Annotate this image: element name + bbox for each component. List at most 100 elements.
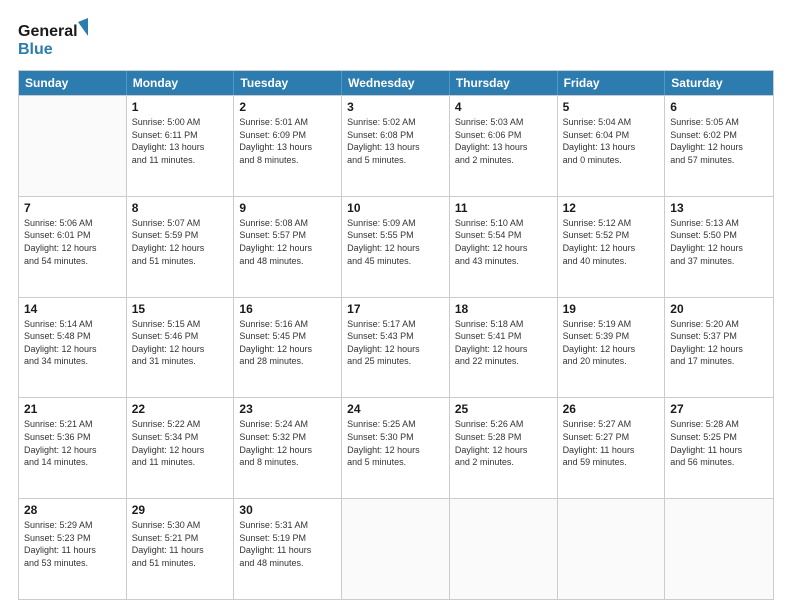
logo-svg: General Blue: [18, 18, 88, 60]
day-info: Sunrise: 5:06 AM Sunset: 6:01 PM Dayligh…: [24, 217, 121, 267]
cal-day-15: 15 Sunrise: 5:15 AM Sunset: 5:46 PM Dayli…: [127, 298, 235, 398]
day-number: 7: [24, 201, 121, 215]
cal-day-13: 13 Sunrise: 5:13 AM Sunset: 5:50 PM Dayli…: [665, 197, 773, 297]
day-number: 6: [670, 100, 768, 114]
day-info: Sunrise: 5:30 AM Sunset: 5:21 PM Dayligh…: [132, 519, 229, 569]
cal-day-10: 10Sunrise: 5:09 AM Sunset: 5:55 PM Dayli…: [342, 197, 450, 297]
day-info: Sunrise: 5:12 AM Sunset: 5:52 PM Dayligh…: [563, 217, 660, 267]
day-number: 17: [347, 302, 444, 316]
day-number: 10: [347, 201, 444, 215]
svg-text:Blue: Blue: [18, 41, 53, 58]
cal-day-empty: [450, 499, 558, 599]
day-info: Sunrise: 5:25 AM Sunset: 5:30 PM Dayligh…: [347, 418, 444, 468]
cal-day-6: 6 Sunrise: 5:05 AM Sunset: 6:02 PM Daylig…: [665, 96, 773, 196]
cal-day-23: 23 Sunrise: 5:24 AM Sunset: 5:32 PM Dayli…: [234, 398, 342, 498]
cal-day-30: 30 Sunrise: 5:31 AM Sunset: 5:19 PM Dayli…: [234, 499, 342, 599]
logo: General Blue: [18, 18, 88, 60]
day-info: Sunrise: 5:17 AM Sunset: 5:43 PM Dayligh…: [347, 318, 444, 368]
day-number: 25: [455, 402, 552, 416]
cal-header-monday: Monday: [127, 71, 235, 95]
day-info: Sunrise: 5:21 AM Sunset: 5:36 PM Dayligh…: [24, 418, 121, 468]
cal-day-28: 28Sunrise: 5:29 AM Sunset: 5:23 PM Dayli…: [19, 499, 127, 599]
day-info: Sunrise: 5:00 AM Sunset: 6:11 PM Dayligh…: [132, 116, 229, 166]
cal-week-3: 14Sunrise: 5:14 AM Sunset: 5:48 PM Dayli…: [19, 297, 773, 398]
cal-week-4: 21 Sunrise: 5:21 AM Sunset: 5:36 PM Dayli…: [19, 397, 773, 498]
day-number: 13: [670, 201, 768, 215]
day-info: Sunrise: 5:14 AM Sunset: 5:48 PM Dayligh…: [24, 318, 121, 368]
day-number: 4: [455, 100, 552, 114]
day-number: 29: [132, 503, 229, 517]
day-number: 2: [239, 100, 336, 114]
day-info: Sunrise: 5:28 AM Sunset: 5:25 PM Dayligh…: [670, 418, 768, 468]
cal-week-1: 1 Sunrise: 5:00 AM Sunset: 6:11 PM Daylig…: [19, 95, 773, 196]
day-number: 8: [132, 201, 229, 215]
cal-day-empty: [665, 499, 773, 599]
day-number: 12: [563, 201, 660, 215]
cal-header-friday: Friday: [558, 71, 666, 95]
day-number: 28: [24, 503, 121, 517]
day-info: Sunrise: 5:08 AM Sunset: 5:57 PM Dayligh…: [239, 217, 336, 267]
day-number: 11: [455, 201, 552, 215]
cal-day-12: 12 Sunrise: 5:12 AM Sunset: 5:52 PM Dayli…: [558, 197, 666, 297]
day-number: 30: [239, 503, 336, 517]
cal-header-wednesday: Wednesday: [342, 71, 450, 95]
day-info: Sunrise: 5:31 AM Sunset: 5:19 PM Dayligh…: [239, 519, 336, 569]
day-number: 26: [563, 402, 660, 416]
day-number: 19: [563, 302, 660, 316]
day-info: Sunrise: 5:16 AM Sunset: 5:45 PM Dayligh…: [239, 318, 336, 368]
day-number: 9: [239, 201, 336, 215]
cal-day-16: 16 Sunrise: 5:16 AM Sunset: 5:45 PM Dayli…: [234, 298, 342, 398]
day-number: 24: [347, 402, 444, 416]
day-info: Sunrise: 5:13 AM Sunset: 5:50 PM Dayligh…: [670, 217, 768, 267]
day-info: Sunrise: 5:01 AM Sunset: 6:09 PM Dayligh…: [239, 116, 336, 166]
cal-day-4: 4Sunrise: 5:03 AM Sunset: 6:06 PM Daylig…: [450, 96, 558, 196]
cal-header-saturday: Saturday: [665, 71, 773, 95]
page: General Blue SundayMondayTuesdayWednesda…: [0, 0, 792, 612]
day-info: Sunrise: 5:27 AM Sunset: 5:27 PM Dayligh…: [563, 418, 660, 468]
day-info: Sunrise: 5:22 AM Sunset: 5:34 PM Dayligh…: [132, 418, 229, 468]
day-info: Sunrise: 5:26 AM Sunset: 5:28 PM Dayligh…: [455, 418, 552, 468]
cal-header-sunday: Sunday: [19, 71, 127, 95]
cal-header-thursday: Thursday: [450, 71, 558, 95]
day-number: 21: [24, 402, 121, 416]
cal-day-2: 2 Sunrise: 5:01 AM Sunset: 6:09 PM Daylig…: [234, 96, 342, 196]
day-info: Sunrise: 5:20 AM Sunset: 5:37 PM Dayligh…: [670, 318, 768, 368]
cal-day-3: 3Sunrise: 5:02 AM Sunset: 6:08 PM Daylig…: [342, 96, 450, 196]
cal-day-29: 29 Sunrise: 5:30 AM Sunset: 5:21 PM Dayli…: [127, 499, 235, 599]
day-number: 3: [347, 100, 444, 114]
cal-day-5: 5 Sunrise: 5:04 AM Sunset: 6:04 PM Daylig…: [558, 96, 666, 196]
calendar: SundayMondayTuesdayWednesdayThursdayFrid…: [18, 70, 774, 600]
day-info: Sunrise: 5:04 AM Sunset: 6:04 PM Dayligh…: [563, 116, 660, 166]
day-info: Sunrise: 5:05 AM Sunset: 6:02 PM Dayligh…: [670, 116, 768, 166]
day-number: 5: [563, 100, 660, 114]
cal-day-14: 14Sunrise: 5:14 AM Sunset: 5:48 PM Dayli…: [19, 298, 127, 398]
day-info: Sunrise: 5:18 AM Sunset: 5:41 PM Dayligh…: [455, 318, 552, 368]
cal-day-21: 21 Sunrise: 5:21 AM Sunset: 5:36 PM Dayli…: [19, 398, 127, 498]
day-info: Sunrise: 5:19 AM Sunset: 5:39 PM Dayligh…: [563, 318, 660, 368]
day-number: 16: [239, 302, 336, 316]
cal-day-17: 17 Sunrise: 5:17 AM Sunset: 5:43 PM Dayli…: [342, 298, 450, 398]
cal-week-2: 7 Sunrise: 5:06 AM Sunset: 6:01 PM Daylig…: [19, 196, 773, 297]
cal-day-8: 8Sunrise: 5:07 AM Sunset: 5:59 PM Daylig…: [127, 197, 235, 297]
calendar-header-row: SundayMondayTuesdayWednesdayThursdayFrid…: [19, 71, 773, 95]
day-number: 1: [132, 100, 229, 114]
day-info: Sunrise: 5:15 AM Sunset: 5:46 PM Dayligh…: [132, 318, 229, 368]
cal-day-7: 7 Sunrise: 5:06 AM Sunset: 6:01 PM Daylig…: [19, 197, 127, 297]
day-number: 15: [132, 302, 229, 316]
calendar-body: 1 Sunrise: 5:00 AM Sunset: 6:11 PM Daylig…: [19, 95, 773, 599]
day-number: 18: [455, 302, 552, 316]
cal-day-24: 24 Sunrise: 5:25 AM Sunset: 5:30 PM Dayli…: [342, 398, 450, 498]
cal-day-19: 19 Sunrise: 5:19 AM Sunset: 5:39 PM Dayli…: [558, 298, 666, 398]
day-info: Sunrise: 5:24 AM Sunset: 5:32 PM Dayligh…: [239, 418, 336, 468]
cal-day-empty: [19, 96, 127, 196]
cal-day-1: 1 Sunrise: 5:00 AM Sunset: 6:11 PM Daylig…: [127, 96, 235, 196]
day-number: 23: [239, 402, 336, 416]
cal-day-empty: [558, 499, 666, 599]
cal-day-22: 22 Sunrise: 5:22 AM Sunset: 5:34 PM Dayli…: [127, 398, 235, 498]
cal-day-11: 11 Sunrise: 5:10 AM Sunset: 5:54 PM Dayli…: [450, 197, 558, 297]
day-info: Sunrise: 5:10 AM Sunset: 5:54 PM Dayligh…: [455, 217, 552, 267]
cal-day-9: 9 Sunrise: 5:08 AM Sunset: 5:57 PM Daylig…: [234, 197, 342, 297]
cal-day-empty: [342, 499, 450, 599]
day-number: 20: [670, 302, 768, 316]
day-number: 22: [132, 402, 229, 416]
